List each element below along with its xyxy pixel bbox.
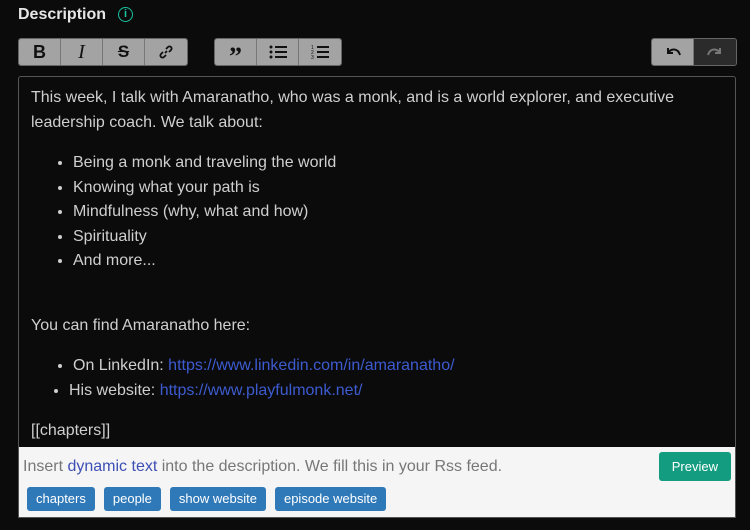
links-list: On LinkedIn: https://www.linkedin.com/in… bbox=[69, 354, 723, 403]
dynamic-text-hint: Insert dynamic text into the description… bbox=[23, 458, 502, 476]
description-title: Description bbox=[18, 6, 107, 23]
website-link[interactable]: https://www.playfulmonk.net/ bbox=[160, 382, 363, 399]
format-toolbar: B I S bbox=[18, 38, 188, 66]
history-toolbar bbox=[651, 38, 737, 66]
strikethrough-button[interactable]: S bbox=[103, 39, 145, 65]
tag-show-website[interactable]: show website bbox=[169, 487, 266, 511]
linkedin-link[interactable]: https://www.linkedin.com/in/amaranatho/ bbox=[168, 357, 454, 374]
svg-text:3: 3 bbox=[311, 55, 314, 60]
tag-people[interactable]: people bbox=[103, 487, 161, 511]
list-item: Mindfulness (why, what and how) bbox=[73, 200, 723, 225]
dynamic-text-link[interactable]: dynamic text bbox=[67, 458, 157, 475]
redo-button[interactable] bbox=[694, 39, 736, 65]
list-item: Knowing what your path is bbox=[73, 176, 723, 201]
italic-button[interactable]: I bbox=[61, 39, 103, 65]
list-item: Spirituality bbox=[73, 225, 723, 250]
link-button[interactable] bbox=[145, 39, 187, 65]
bold-button[interactable]: B bbox=[19, 39, 61, 65]
description-editor[interactable]: This week, I talk with Amaranatho, who w… bbox=[18, 76, 736, 448]
dynamic-text-panel: Insert dynamic text into the description… bbox=[18, 447, 736, 518]
blockquote-button[interactable]: ” bbox=[215, 39, 257, 65]
list-item: His website: https://www.playfulmonk.net… bbox=[69, 379, 723, 404]
find-paragraph: You can find Amaranatho here: bbox=[31, 316, 251, 334]
dynamic-tags: chapters people show website episode web… bbox=[27, 487, 387, 511]
undo-button[interactable] bbox=[652, 39, 694, 65]
hint-text: into the description. We fill this in yo… bbox=[157, 458, 503, 475]
topics-list: Being a monk and traveling the world Kno… bbox=[73, 151, 723, 274]
tag-episode-website[interactable]: episode website bbox=[274, 487, 387, 511]
list-item: Being a monk and traveling the world bbox=[73, 151, 723, 176]
chapters-placeholder: [[chapters]] bbox=[31, 422, 111, 439]
tag-chapters[interactable]: chapters bbox=[27, 487, 95, 511]
numbered-list-button[interactable]: 123 bbox=[299, 39, 341, 65]
link-label: On LinkedIn: bbox=[73, 357, 169, 374]
block-toolbar: ” 123 bbox=[214, 38, 342, 66]
list-item: On LinkedIn: https://www.linkedin.com/in… bbox=[73, 354, 723, 379]
bullet-list-button[interactable] bbox=[257, 39, 299, 65]
link-label: His website: bbox=[69, 381, 160, 399]
hint-text: Insert bbox=[23, 458, 68, 475]
preview-button[interactable]: Preview bbox=[658, 452, 731, 481]
list-item: And more... bbox=[73, 249, 723, 274]
intro-paragraph: This week, I talk with Amaranatho, who w… bbox=[31, 89, 674, 131]
info-circle-icon[interactable]: i bbox=[118, 7, 133, 22]
